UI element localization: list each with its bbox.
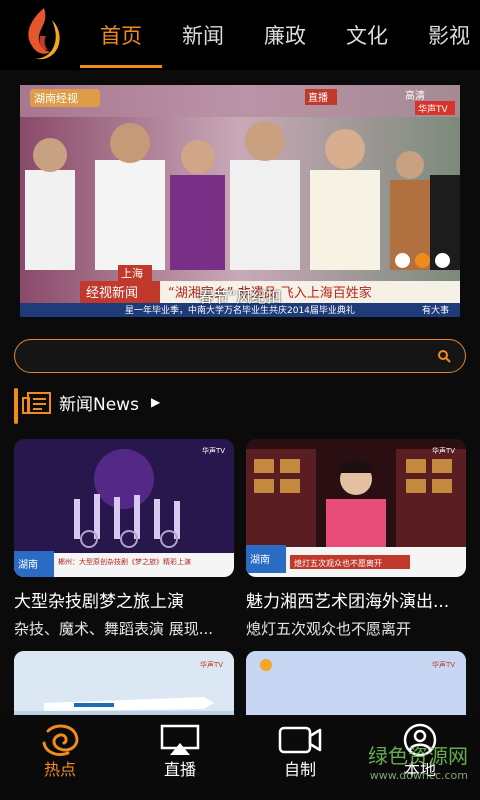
news-card[interactable]: 湖南 熄灯五次观众也不愿离开 华声TV 魅力湘西艺术团海外演出... 熄灯五次观… bbox=[246, 439, 466, 639]
section-title: 新闻News bbox=[59, 395, 139, 415]
carousel-dot[interactable] bbox=[435, 253, 450, 268]
newspaper-icon bbox=[22, 392, 51, 414]
nav-label: 直播 bbox=[163, 760, 196, 779]
news-thumbnail[interactable]: 湖南 熄灯五次观众也不愿离开 华声TV bbox=[246, 439, 466, 577]
thumb-station-logo: 华声TV bbox=[200, 660, 223, 669]
category-tabs: 首页 新闻 廉政 文化 影视 bbox=[80, 0, 480, 70]
news-subtitle: 杂技、魔术、舞蹈表演 展现... bbox=[14, 620, 214, 638]
watermark-main: 绿色资源网 bbox=[368, 744, 468, 768]
watermark-url: www.downcc.com bbox=[369, 769, 468, 782]
news-title[interactable]: 魅力湘西艺术团海外演出... bbox=[246, 587, 466, 612]
banner-hd-badge: 高清 bbox=[405, 89, 425, 102]
app-logo-icon bbox=[28, 8, 60, 60]
search-icon[interactable] bbox=[437, 349, 451, 363]
thumb-brand-hunan: 湖南 bbox=[18, 558, 38, 571]
banner-caption: 春节“风纪扣 bbox=[198, 288, 282, 306]
thumb-caption: 熄灯五次观众也不愿离开 bbox=[294, 558, 382, 568]
watermark: 绿色资源网 www.downcc.com bbox=[368, 740, 468, 782]
news-thumbnail[interactable]: 湖南 郴州：大型原创杂技剧《梦之旅》精彩上演 华声TV bbox=[14, 439, 234, 577]
news-card[interactable]: 湖南 郴州：大型原创杂技剧《梦之旅》精彩上演 华声TV 大型杂技剧梦之旅上演 杂… bbox=[14, 439, 234, 639]
banner-carousel[interactable]: 湖南经视 直播 高清 华声TV 上海 经视新闻 “湖湘家乡” 非遗品 飞入上海百… bbox=[20, 85, 460, 317]
camera-icon bbox=[278, 726, 322, 754]
play-arrow-icon[interactable]: ▶ bbox=[151, 395, 160, 409]
thumb-brand-hunan: 湖南 bbox=[250, 553, 270, 566]
nav-item-hotspot[interactable]: 热点 bbox=[0, 715, 120, 800]
news-subtitle: 熄灯五次观众也不愿离开 bbox=[246, 620, 412, 638]
nav-label: 热点 bbox=[43, 760, 76, 779]
section-accent-bar bbox=[14, 388, 18, 424]
tab-home[interactable]: 首页 bbox=[80, 0, 162, 70]
news-section-header[interactable]: 新闻News ▶ bbox=[14, 384, 466, 424]
banner-channel-logo: 湖南经视 bbox=[34, 91, 78, 105]
nav-item-selfmade[interactable]: 自制 bbox=[240, 715, 360, 800]
banner-location: 上海 bbox=[121, 266, 143, 280]
carousel-dot-active[interactable] bbox=[415, 253, 430, 268]
live-icon bbox=[160, 724, 200, 755]
banner-image: 湖南经视 直播 高清 华声TV 上海 经视新闻 “湖湘家乡” 非遗品 飞入上海百… bbox=[20, 85, 460, 317]
banner-live-badge: 直播 bbox=[308, 91, 328, 104]
search-bar[interactable] bbox=[14, 339, 466, 373]
thumb-station-logo: 华声TV bbox=[432, 446, 455, 455]
carousel-dot[interactable] bbox=[395, 253, 410, 268]
top-bar: 首页 新闻 廉政 文化 影视 bbox=[0, 0, 480, 70]
tab-news[interactable]: 新闻 bbox=[162, 0, 244, 70]
hotspot-icon bbox=[42, 724, 79, 757]
thumb-station-logo: 华声TV bbox=[432, 660, 455, 669]
news-title[interactable]: 大型杂技剧梦之旅上演 bbox=[14, 587, 234, 612]
tab-culture[interactable]: 文化 bbox=[326, 0, 408, 70]
nav-item-live[interactable]: 直播 bbox=[120, 715, 240, 800]
tab-integrity[interactable]: 廉政 bbox=[244, 0, 326, 70]
thumb-caption: 郴州：大型原创杂技剧《梦之旅》精彩上演 bbox=[58, 557, 191, 566]
carousel-dots bbox=[395, 253, 450, 268]
tab-film[interactable]: 影视 bbox=[408, 0, 480, 70]
thumb-station-logo: 华声TV bbox=[202, 446, 225, 455]
banner-station-logo: 华声TV bbox=[418, 103, 448, 115]
nav-label: 自制 bbox=[283, 760, 316, 779]
